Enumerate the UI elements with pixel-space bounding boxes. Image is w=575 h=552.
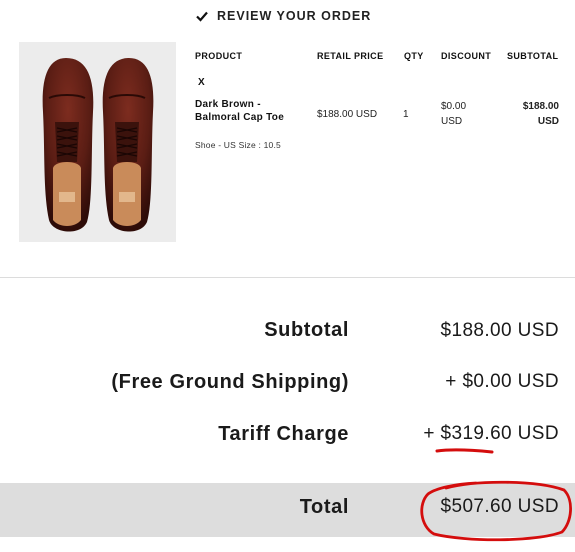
- section-divider: [0, 277, 575, 278]
- product-variant: Shoe - US Size : 10.5: [195, 140, 281, 150]
- product-image: [19, 42, 176, 242]
- shipping-label: (Free Ground Shipping): [111, 371, 349, 393]
- tariff-label: Tariff Charge: [218, 423, 349, 445]
- total-value: $507.60 USD: [440, 496, 559, 517]
- tariff-value: + $319.60 USD: [423, 423, 559, 444]
- check-icon: [196, 11, 208, 22]
- tariff-underline-annotation: [435, 448, 494, 454]
- subtotal-label: Subtotal: [264, 319, 349, 341]
- shipping-value: + $0.00 USD: [445, 371, 559, 392]
- review-order-header: REVIEW YOUR ORDER: [196, 9, 371, 23]
- item-retail-price: $188.00 USD: [317, 109, 378, 120]
- total-label: Total: [299, 496, 349, 518]
- remove-item-button[interactable]: X: [198, 77, 205, 88]
- item-discount: $0.00 USD: [441, 101, 467, 127]
- header-qty: QTY: [404, 51, 424, 61]
- header-discount: DISCOUNT: [441, 51, 492, 61]
- review-order-title: REVIEW YOUR ORDER: [217, 9, 372, 23]
- header-product: PRODUCT: [195, 51, 243, 61]
- item-qty: 1: [403, 109, 409, 120]
- subtotal-value: $188.00 USD: [440, 320, 559, 341]
- header-retail-price: RETAIL PRICE: [317, 51, 384, 61]
- shoe-illustration: [42, 58, 154, 232]
- header-subtotal: SUBTOTAL: [507, 51, 559, 61]
- product-name: Dark Brown - Balmoral Cap Toe: [195, 99, 285, 123]
- item-subtotal: $188.00 USD: [522, 101, 559, 127]
